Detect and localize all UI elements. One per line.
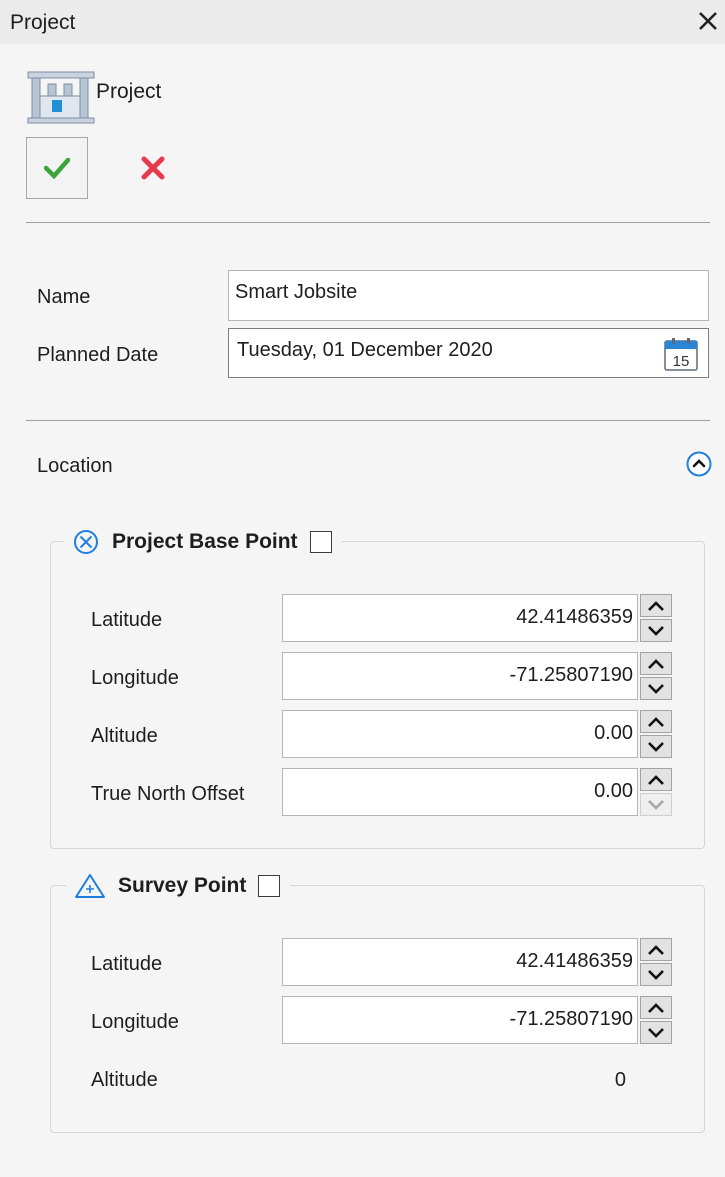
close-icon[interactable] bbox=[695, 7, 721, 35]
true-north-offset-label: True North Offset bbox=[91, 783, 245, 805]
base-longitude-stepper bbox=[640, 652, 672, 700]
survey-altitude-value: 0 bbox=[614, 1069, 626, 1091]
triangle-icon bbox=[75, 874, 105, 898]
chevron-up-icon[interactable] bbox=[686, 451, 712, 477]
calendar-icon[interactable]: 15 bbox=[664, 337, 698, 371]
survey-longitude-label: Longitude bbox=[91, 1011, 179, 1033]
location-label: Location bbox=[37, 455, 113, 477]
calendar-day: 15 bbox=[673, 353, 690, 370]
spin-up-button[interactable] bbox=[640, 768, 672, 791]
spin-up-button[interactable] bbox=[640, 996, 672, 1019]
checkmark-icon bbox=[44, 157, 70, 179]
accept-button[interactable] bbox=[26, 137, 88, 199]
survey-latitude-input[interactable]: 42.41486359 bbox=[282, 938, 638, 986]
x-icon bbox=[141, 156, 165, 180]
spin-up-button[interactable] bbox=[640, 938, 672, 961]
divider bbox=[26, 420, 710, 421]
survey-altitude-label: Altitude bbox=[91, 1069, 158, 1091]
name-label: Name bbox=[37, 286, 91, 308]
divider bbox=[26, 222, 710, 223]
base-longitude-label: Longitude bbox=[91, 667, 179, 689]
spin-up-button[interactable] bbox=[640, 710, 672, 733]
true-north-offset-stepper bbox=[640, 768, 672, 816]
spin-down-button[interactable] bbox=[640, 677, 672, 700]
survey-latitude-stepper bbox=[640, 938, 672, 986]
survey-point-title: Survey Point bbox=[118, 874, 247, 897]
spin-down-button[interactable] bbox=[640, 963, 672, 986]
planned-date-label: Planned Date bbox=[37, 344, 159, 366]
true-north-offset-input[interactable]: 0.00 bbox=[282, 768, 638, 816]
project-base-point-title: Project Base Point bbox=[112, 530, 298, 553]
project-base-point-header: Project Base Point bbox=[64, 524, 342, 560]
project-icon bbox=[26, 66, 96, 126]
base-latitude-label: Latitude bbox=[91, 609, 163, 631]
project-header-label: Project bbox=[96, 80, 162, 103]
spin-up-button[interactable] bbox=[640, 652, 672, 675]
survey-point-header: Survey Point bbox=[66, 868, 291, 904]
base-longitude-input[interactable]: -71.25807190 bbox=[282, 652, 638, 700]
crosshair-circle-icon bbox=[74, 530, 98, 554]
title-bar: Project bbox=[0, 0, 725, 44]
spin-down-button[interactable] bbox=[640, 1021, 672, 1044]
name-field[interactable]: Smart Jobsite bbox=[228, 270, 709, 321]
planned-date-field[interactable]: Tuesday, 01 December 2020 15 bbox=[228, 328, 709, 378]
window-title: Project bbox=[10, 11, 76, 34]
survey-longitude-input[interactable]: -71.25807190 bbox=[282, 996, 638, 1044]
base-latitude-input[interactable]: 42.41486359 bbox=[282, 594, 638, 642]
planned-date-value: Tuesday, 01 December 2020 bbox=[237, 339, 493, 361]
base-altitude-stepper bbox=[640, 710, 672, 758]
survey-point-checkbox[interactable] bbox=[258, 875, 281, 897]
base-altitude-label: Altitude bbox=[91, 725, 158, 747]
spin-down-button[interactable] bbox=[640, 793, 672, 816]
survey-latitude-label: Latitude bbox=[91, 953, 163, 975]
spin-down-button[interactable] bbox=[640, 619, 672, 642]
cancel-button[interactable] bbox=[122, 137, 184, 199]
survey-longitude-stepper bbox=[640, 996, 672, 1044]
base-altitude-input[interactable]: 0.00 bbox=[282, 710, 638, 758]
spin-down-button[interactable] bbox=[640, 735, 672, 758]
project-base-point-checkbox[interactable] bbox=[309, 531, 332, 553]
spin-up-button[interactable] bbox=[640, 594, 672, 617]
base-latitude-stepper bbox=[640, 594, 672, 642]
